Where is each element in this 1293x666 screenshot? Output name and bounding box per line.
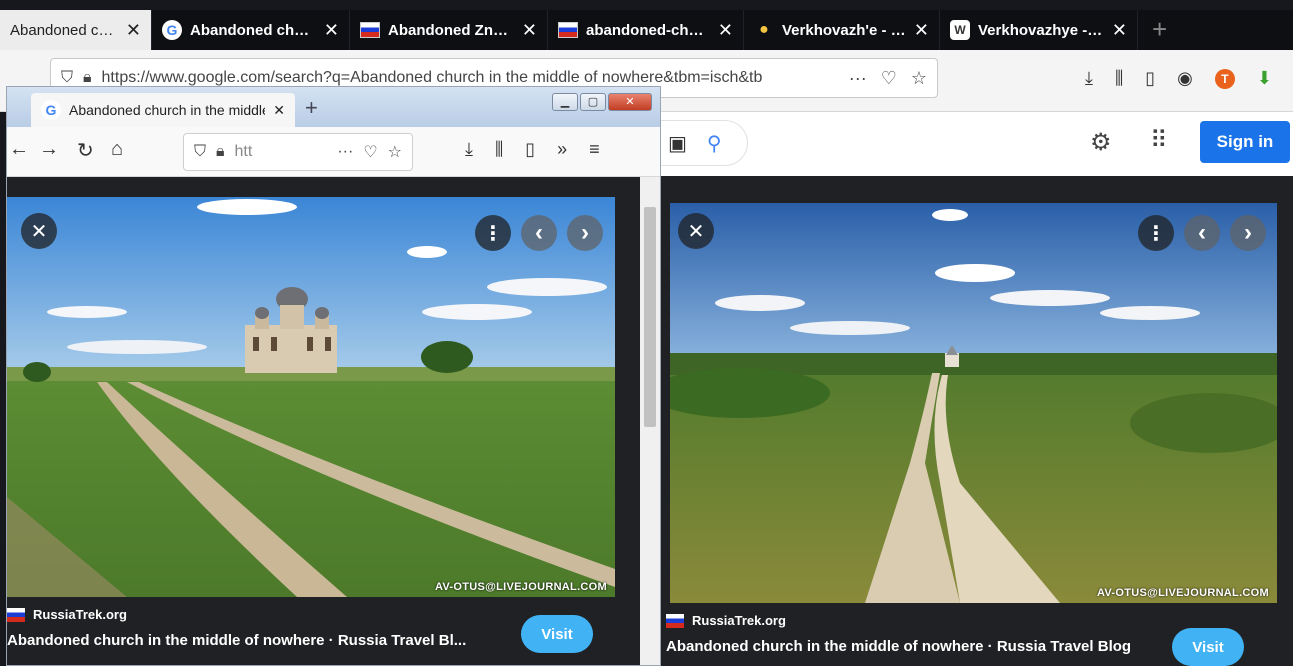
download-icon[interactable]: ⤓ xyxy=(465,139,473,160)
front-browser-window: G Abandoned church in the middle ✕ + ▁ ▢… xyxy=(6,86,661,666)
front-tab[interactable]: G Abandoned church in the middle ✕ xyxy=(31,93,295,127)
address-text: https://www.google.com/search?q=Abandone… xyxy=(101,69,763,86)
sidebar-icon[interactable]: ▯ xyxy=(525,139,535,160)
visit-button[interactable]: Visit xyxy=(521,615,593,653)
reload-icon[interactable]: ↻ xyxy=(77,138,94,163)
more-options-button[interactable]: ⋮ xyxy=(1138,215,1174,251)
overflow-chevron-icon[interactable]: » xyxy=(557,139,567,160)
sidebar-icon[interactable]: ▯ xyxy=(1145,68,1155,89)
visit-button[interactable]: Visit xyxy=(1172,628,1244,666)
front-address-bar[interactable]: ⛉ 🔒︎ htt ··· ♡ ☆ xyxy=(183,133,413,171)
close-icon[interactable]: ✕ xyxy=(1112,20,1127,41)
more-options-button[interactable]: ⋮ xyxy=(475,215,511,251)
watermark: AV-OTUS@LIVEJOURNAL.COM xyxy=(434,581,607,593)
gear-icon[interactable]: ⚙ xyxy=(1090,128,1112,157)
next-button[interactable]: › xyxy=(1230,215,1266,251)
download-icon[interactable]: ⤓ xyxy=(1085,68,1093,89)
more-actions-icon[interactable]: ··· xyxy=(337,143,353,161)
close-icon[interactable]: ✕ xyxy=(914,20,929,41)
camera-icon[interactable]: ▣ xyxy=(668,131,687,156)
back-tab-1[interactable]: Abandoned church i ✕ xyxy=(0,10,152,50)
back-tab-2[interactable]: G Abandoned church i ✕ xyxy=(152,10,350,50)
lock-icon: 🔒︎ xyxy=(83,69,92,86)
home-icon[interactable]: ⌂ xyxy=(111,138,123,161)
new-tab-button[interactable]: + xyxy=(1138,10,1181,50)
tab-title: Abandoned Znamen xyxy=(388,21,514,39)
menu-icon[interactable]: ≡ xyxy=(589,139,600,160)
shield-icon: ⛉ xyxy=(194,143,207,160)
library-icon[interactable]: ⫼ xyxy=(495,139,503,160)
close-icon[interactable]: ✕ xyxy=(273,102,285,119)
new-tab-button[interactable]: + xyxy=(305,95,318,121)
library-icon[interactable]: ⫼ xyxy=(1115,68,1123,89)
tab-title: Verkhovazhye - Wiki xyxy=(978,21,1104,39)
search-icon[interactable]: ⚲ xyxy=(707,131,722,156)
close-preview-button[interactable]: ✕ xyxy=(678,213,714,249)
close-icon[interactable]: ✕ xyxy=(718,20,733,41)
address-text: htt xyxy=(234,143,253,160)
forward-arrow-icon[interactable]: → xyxy=(39,138,59,161)
back-tab-4[interactable]: abandoned-church- ✕ xyxy=(548,10,744,50)
google-icon: G xyxy=(162,20,182,40)
more-actions-icon[interactable]: ··· xyxy=(849,68,867,89)
source-name: RussiaTrek.org xyxy=(33,607,127,622)
close-icon[interactable]: ✕ xyxy=(324,20,339,41)
church-photo-right[interactable]: ✕ ⋮ ‹ › AV-OTUS@LIVEJOURNAL.COM xyxy=(670,203,1277,603)
back-tab-3[interactable]: Abandoned Znamen ✕ xyxy=(350,10,548,50)
lock-icon: 🔒︎ xyxy=(216,143,225,160)
wikipedia-icon: W xyxy=(950,20,970,40)
close-window-button[interactable]: ✕ xyxy=(608,93,652,111)
back-arrow-icon[interactable]: ← xyxy=(9,138,29,161)
google-header: ▣ ⚲ ⚙ ⠿ Sign in xyxy=(660,112,1293,176)
close-icon[interactable]: ✕ xyxy=(126,20,141,41)
close-icon[interactable]: ✕ xyxy=(522,20,537,41)
russian-flag-icon xyxy=(360,22,380,38)
previous-button[interactable]: ‹ xyxy=(1184,215,1220,251)
close-preview-button[interactable]: ✕ xyxy=(21,213,57,249)
pocket-icon[interactable]: ♡ xyxy=(363,142,377,162)
tab-title: Abandoned church i xyxy=(190,21,316,39)
bookmark-star-icon[interactable]: ☆ xyxy=(911,68,927,89)
minimize-button[interactable]: ▁ xyxy=(552,93,578,111)
bookmark-star-icon[interactable]: ☆ xyxy=(388,142,402,162)
pocket-icon[interactable]: ♡ xyxy=(881,68,897,89)
search-box-tail: ▣ ⚲ xyxy=(660,120,748,166)
back-tab-5[interactable]: ● Verkhovazh'e - Goo ✕ xyxy=(744,10,940,50)
tab-title: Abandoned church in the middle xyxy=(69,102,266,118)
maps-pin-icon: ● xyxy=(759,21,769,38)
scrollbar-thumb[interactable] xyxy=(644,207,656,427)
russian-flag-icon xyxy=(7,607,25,622)
right-image-preview: ✕ ⋮ ‹ › AV-OTUS@LIVEJOURNAL.COM RussiaTr… xyxy=(660,176,1293,666)
russian-flag-icon xyxy=(666,613,684,628)
account-icon[interactable]: ◉ xyxy=(1177,68,1193,89)
extension-download-icon[interactable]: ⬇ xyxy=(1257,68,1272,89)
apps-grid-icon[interactable]: ⠿ xyxy=(1150,126,1168,155)
tab-title: Abandoned church i xyxy=(10,21,118,39)
scrollbar[interactable] xyxy=(640,177,660,665)
next-button[interactable]: › xyxy=(567,215,603,251)
google-icon: G xyxy=(41,100,61,120)
previous-button[interactable]: ‹ xyxy=(521,215,557,251)
source-link[interactable]: RussiaTrek.org xyxy=(666,613,1266,628)
front-toolbar: ← → ↻ ⌂ ⛉ 🔒︎ htt ··· ♡ ☆ ⤓ ⫼ ▯ » ≡ xyxy=(7,127,660,177)
source-name: RussiaTrek.org xyxy=(692,613,786,628)
back-tab-6[interactable]: W Verkhovazhye - Wiki ✕ xyxy=(940,10,1138,50)
front-title-bar: G Abandoned church in the middle ✕ + ▁ ▢… xyxy=(7,87,660,127)
extension-orange-icon[interactable]: T xyxy=(1214,68,1235,89)
sign-in-button[interactable]: Sign in xyxy=(1200,121,1290,163)
landscape-image xyxy=(7,197,615,597)
tab-title: Verkhovazh'e - Goo xyxy=(782,21,906,39)
church-photo-left[interactable]: ✕ ⋮ ‹ › AV-OTUS@LIVEJOURNAL.COM xyxy=(7,197,615,597)
watermark: AV-OTUS@LIVEJOURNAL.COM xyxy=(1096,587,1269,599)
russian-flag-icon xyxy=(558,22,578,38)
shield-icon: ⛉ xyxy=(61,69,74,86)
landscape-image xyxy=(670,203,1277,603)
maximize-button[interactable]: ▢ xyxy=(580,93,606,111)
tab-title: abandoned-church- xyxy=(586,21,710,39)
back-tab-strip: Abandoned church i ✕ G Abandoned church … xyxy=(0,10,1293,50)
